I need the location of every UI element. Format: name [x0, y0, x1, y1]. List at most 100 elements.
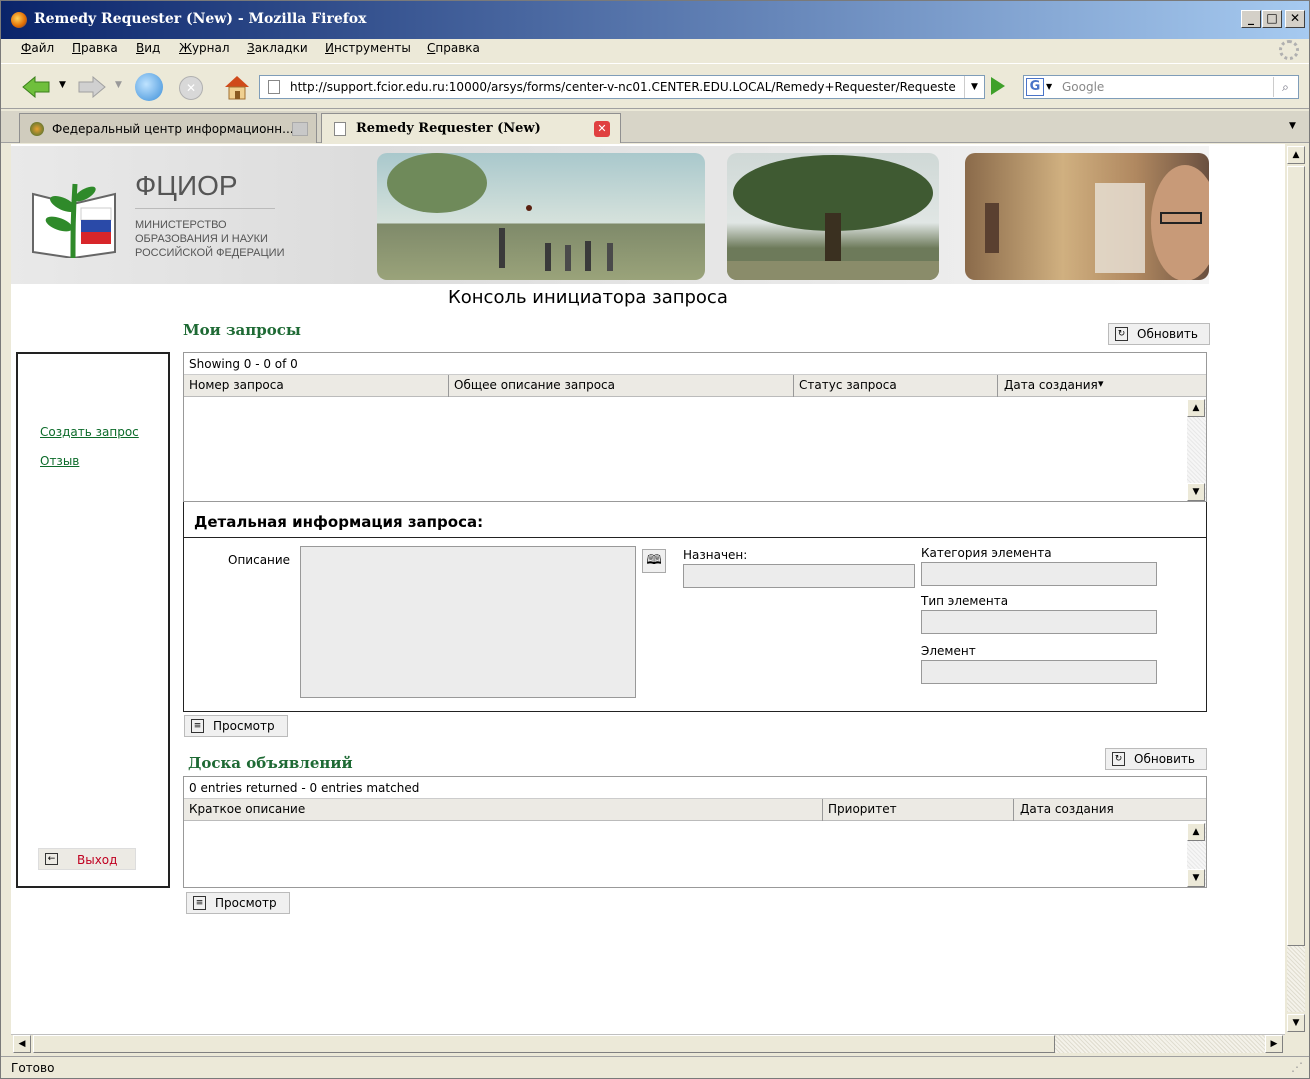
page-icon	[334, 122, 346, 136]
col-created-date[interactable]: Дата создания	[1004, 378, 1098, 392]
book-icon[interactable]: 🕮	[642, 549, 666, 573]
title-bar: Remedy Requester (New) - Mozilla Firefox…	[1, 1, 1309, 41]
description-field[interactable]	[300, 546, 636, 698]
item-type-label: Тип элемента	[921, 594, 1009, 608]
page-horizontal-scrollbar[interactable]: ◀ ▶	[11, 1034, 1285, 1054]
item-field[interactable]	[921, 660, 1157, 684]
address-input[interactable]: http://support.fcior.edu.ru:10000/arsys/…	[290, 80, 960, 94]
tab-close-icon[interactable]: ✕	[594, 121, 610, 137]
back-button[interactable]	[21, 75, 51, 99]
back-dropdown-icon[interactable]: ▼	[59, 80, 66, 90]
reload-icon[interactable]	[135, 73, 163, 101]
list-icon: ≡	[191, 719, 204, 733]
tab-label: Remedy Requester (New)	[356, 121, 541, 136]
logo-title: ФЦИОР	[135, 170, 238, 201]
col-request-status[interactable]: Статус запроса	[799, 378, 897, 392]
board-scrollbar[interactable]: ▲ ▼	[1187, 823, 1206, 887]
board-header: Краткое описание Приоритет Дата создания	[184, 799, 1206, 821]
magnifier-icon[interactable]: ⌕	[1273, 77, 1297, 97]
category-field[interactable]	[921, 562, 1157, 586]
scroll-down-icon[interactable]: ▼	[1187, 483, 1205, 501]
maximize-button[interactable]: □	[1262, 10, 1282, 28]
board-view-button[interactable]: ≡ Просмотр	[186, 892, 290, 914]
refresh-icon: ↻	[1115, 327, 1128, 341]
browser-window: Remedy Requester (New) - Mozilla Firefox…	[0, 0, 1310, 1079]
board-title: Доска объявлений	[188, 754, 353, 772]
col-board-created-date[interactable]: Дата создания	[1020, 802, 1114, 816]
banner-photo-student	[965, 153, 1209, 280]
col-request-number[interactable]: Номер запроса	[189, 378, 284, 392]
forward-button[interactable]	[77, 75, 107, 99]
horizontal-scroll-thumb[interactable]	[33, 1035, 1055, 1053]
tab-list-icon[interactable]: ▼	[1289, 121, 1296, 131]
scroll-right-icon[interactable]: ▶	[1265, 1035, 1283, 1053]
forward-arrow-icon	[78, 75, 106, 99]
page-content: ФЦИОР МИНИСТЕРСТВО ОБРАЗОВАНИЯ И НАУКИ Р…	[11, 144, 1285, 1034]
close-button[interactable]: ✕	[1285, 10, 1305, 28]
logout-label: Выход	[77, 853, 118, 867]
assigned-field[interactable]	[683, 564, 915, 588]
banner-photo-children	[377, 153, 705, 280]
address-dropdown-icon[interactable]: ▼	[964, 76, 984, 98]
feedback-link[interactable]: Отзыв	[40, 454, 79, 468]
address-bar[interactable]: http://support.fcior.edu.ru:10000/arsys/…	[259, 75, 985, 99]
menu-view[interactable]: Вид	[136, 41, 160, 55]
menu-history[interactable]: Журнал	[179, 41, 230, 55]
tab-remedy[interactable]: Remedy Requester (New) ✕	[321, 113, 621, 143]
scroll-up-icon[interactable]: ▲	[1287, 146, 1305, 164]
forward-dropdown-icon[interactable]: ▼	[115, 80, 122, 90]
scroll-left-icon[interactable]: ◀	[13, 1035, 31, 1053]
menu-bookmarks[interactable]: Закладки	[247, 41, 308, 55]
google-icon[interactable]: G	[1026, 78, 1044, 96]
my-requests-scrollbar[interactable]: ▲ ▼	[1187, 399, 1206, 501]
col-priority[interactable]: Приоритет	[828, 802, 897, 816]
window-title: Remedy Requester (New) - Mozilla Firefox	[34, 11, 367, 27]
scroll-down-icon[interactable]: ▼	[1287, 1014, 1305, 1032]
scroll-up-icon[interactable]: ▲	[1187, 399, 1205, 417]
sidebar: Создать запрос Отзыв ← Выход	[16, 352, 170, 888]
tab-fcior[interactable]: Федеральный центр информационн...	[19, 113, 317, 143]
details-title: Детальная информация запроса:	[194, 513, 484, 531]
logout-button[interactable]: ← Выход	[38, 848, 136, 870]
my-requests-table: Showing 0 - 0 of 0 Номер запроса Общее о…	[183, 352, 1207, 502]
exit-arrow-icon: ←	[45, 853, 58, 865]
page-icon	[268, 80, 280, 94]
my-requests-refresh-button[interactable]: ↻ Обновить	[1108, 323, 1210, 345]
resize-grip-icon[interactable]: ⋰	[1291, 1060, 1303, 1074]
page-vertical-scrollbar[interactable]: ▲ ▼	[1285, 144, 1307, 1034]
page-title: Консоль инициатора запроса	[448, 287, 728, 308]
status-text: Готово	[11, 1061, 55, 1075]
vertical-scroll-thumb[interactable]	[1287, 166, 1305, 946]
board-refresh-button[interactable]: ↻ Обновить	[1105, 748, 1207, 770]
col-short-description[interactable]: Краткое описание	[189, 802, 305, 816]
stop-icon[interactable]: ✕	[179, 76, 203, 100]
item-type-field[interactable]	[921, 610, 1157, 634]
menu-help[interactable]: Справка	[427, 41, 480, 55]
home-icon[interactable]	[223, 73, 251, 101]
list-icon: ≡	[193, 896, 206, 910]
banner-photo-tree	[727, 153, 939, 280]
category-label: Категория элемента	[921, 546, 1052, 560]
search-box[interactable]: G ▼ Google ⌕	[1023, 75, 1299, 99]
menu-tools[interactable]: Инструменты	[325, 41, 411, 55]
tab-label: Федеральный центр информационн...	[52, 122, 294, 136]
search-engine-dropdown-icon[interactable]: ▼	[1046, 82, 1052, 91]
details-view-button[interactable]: ≡ Просмотр	[184, 715, 288, 737]
board-table: 0 entries returned - 0 entries matched К…	[183, 776, 1207, 888]
throbber-icon	[1279, 40, 1299, 60]
go-icon[interactable]	[991, 77, 1005, 95]
menu-file[interactable]: Файл	[21, 41, 54, 55]
create-request-link[interactable]: Создать запрос	[40, 425, 139, 439]
tab-close-icon[interactable]	[292, 122, 308, 136]
scroll-up-icon[interactable]: ▲	[1187, 823, 1205, 841]
col-request-summary[interactable]: Общее описание запроса	[454, 378, 615, 392]
board-count: 0 entries returned - 0 entries matched	[184, 777, 1206, 799]
my-requests-count: Showing 0 - 0 of 0	[184, 353, 1206, 375]
sort-desc-icon[interactable]: ▾	[1098, 377, 1104, 390]
scroll-down-icon[interactable]: ▼	[1187, 869, 1205, 887]
item-label: Элемент	[921, 644, 976, 658]
menu-edit[interactable]: Правка	[72, 41, 118, 55]
minimize-button[interactable]: _	[1241, 10, 1261, 28]
site-favicon-icon	[30, 122, 44, 136]
search-input[interactable]: Google	[1062, 80, 1104, 94]
